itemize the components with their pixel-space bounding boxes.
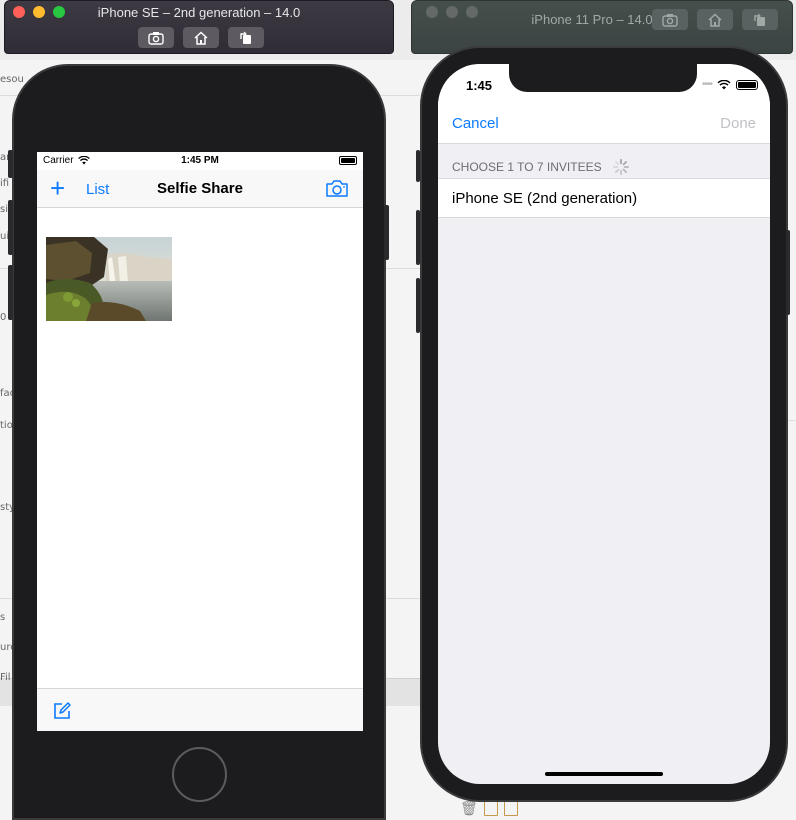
done-button[interactable]: Done — [720, 115, 756, 132]
waterfall-image — [46, 237, 172, 321]
side-button — [8, 150, 13, 178]
invitee-name: iPhone SE (2nd generation) — [452, 190, 638, 207]
side-button — [8, 265, 13, 320]
background-text: ifi — [0, 178, 10, 189]
home-button-physical[interactable] — [172, 747, 227, 802]
cancel-button[interactable]: Cancel — [452, 115, 499, 132]
status-time: 1:45 — [466, 78, 493, 93]
trash-icon[interactable]: 🗑 — [460, 800, 478, 817]
rotate-button[interactable] — [228, 27, 264, 48]
rotate-icon — [240, 31, 251, 44]
photo-thumbnail[interactable] — [46, 237, 172, 321]
home-indicator[interactable] — [545, 772, 663, 776]
rotate-icon — [754, 13, 765, 26]
background-text: esou — [0, 74, 24, 85]
background-text: s — [0, 612, 6, 623]
battery-icon — [339, 156, 357, 165]
signal-icon: •••• — [701, 79, 713, 90]
panel-toggle-icon[interactable] — [483, 800, 498, 816]
compose-icon[interactable] — [52, 701, 72, 726]
loading-spinner-icon — [612, 158, 629, 176]
status-bar: Carrier 1:45 PM — [37, 152, 363, 170]
side-button — [416, 278, 420, 333]
background-text: tio — [0, 420, 13, 431]
iphone-se-screen: Carrier 1:45 PM + List Selfie Share — [37, 152, 363, 731]
screenshot-button[interactable] — [138, 27, 174, 48]
home-icon — [194, 30, 208, 45]
home-button[interactable] — [697, 9, 733, 30]
section-header-label: CHOOSE 1 TO 7 INVITEES — [452, 160, 602, 174]
rotate-button[interactable] — [742, 9, 778, 30]
wifi-icon — [717, 79, 731, 89]
status-time: 1:45 PM — [181, 155, 219, 166]
battery-icon — [736, 79, 758, 90]
background-text: 0 — [0, 312, 7, 323]
home-icon — [708, 12, 722, 27]
side-button — [416, 210, 420, 265]
navigation-bar: + List Selfie Share — [37, 170, 363, 208]
side-button — [786, 230, 790, 315]
camera-icon[interactable] — [325, 179, 349, 203]
bottom-toolbar — [37, 688, 363, 731]
screenshot-icon — [148, 31, 164, 45]
simulator-toolbar — [138, 27, 264, 48]
status-indicators: •••• — [702, 79, 758, 90]
simulator-titlebar-se[interactable]: iPhone SE – 2nd generation – 14.0 — [4, 0, 394, 54]
notch — [509, 64, 697, 92]
page-title: Selfie Share — [157, 180, 243, 197]
screenshot-button[interactable] — [652, 9, 688, 30]
list-item[interactable]: iPhone SE (2nd generation) — [438, 178, 770, 218]
panel-toggle-icon[interactable] — [503, 800, 518, 816]
simulator-toolbar — [652, 9, 778, 30]
iphone-11-pro-screen: 1:45 •••• Cancel Done CHOOSE 1 TO 7 INVI… — [438, 64, 770, 784]
background-text: Fil — [0, 672, 11, 683]
side-button — [384, 205, 389, 260]
section-header: CHOOSE 1 TO 7 INVITEES — [452, 158, 630, 176]
side-button — [416, 150, 420, 182]
home-button[interactable] — [183, 27, 219, 48]
window-title: iPhone SE – 2nd generation – 14.0 — [97, 5, 301, 20]
side-button — [8, 200, 13, 255]
screenshot-icon — [662, 13, 678, 27]
